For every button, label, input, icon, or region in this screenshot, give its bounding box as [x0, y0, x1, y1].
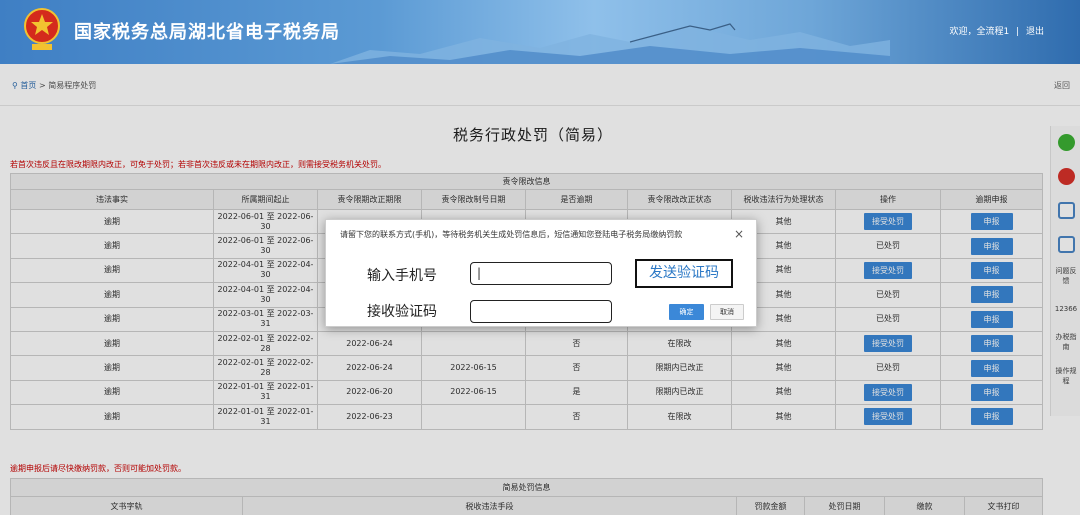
- tax-emblem-icon: [24, 8, 60, 50]
- site-title: 国家税务总局湖北省电子税务局: [74, 22, 340, 43]
- phone-input[interactable]: |: [470, 262, 612, 285]
- dialog-message: 请留下您的联系方式(手机)，等待税务机关生成处罚信息后，短信通知您登陆电子税务局…: [340, 230, 683, 239]
- code-label: 接收验证码: [367, 304, 437, 320]
- separator: |: [1016, 27, 1020, 37]
- site-header: 国家税务总局湖北省电子税务局 欢迎，全流程1 | 退出: [0, 0, 1080, 64]
- cancel-button[interactable]: 取消: [710, 304, 744, 320]
- phone-contact-dialog: 请留下您的联系方式(手机)，等待税务机关生成处罚信息后，短信通知您登陆电子税务局…: [325, 219, 757, 327]
- code-input[interactable]: [470, 300, 612, 323]
- user-area: 欢迎，全流程1 | 退出: [945, 24, 1044, 37]
- confirm-button[interactable]: 确定: [669, 304, 704, 320]
- welcome-text: 欢迎，全流程1: [949, 27, 1010, 37]
- phone-label: 输入手机号: [367, 268, 437, 284]
- mountain-banner: [330, 23, 890, 64]
- close-icon[interactable]: ×: [734, 227, 744, 241]
- send-code-button[interactable]: 发送验证码: [635, 259, 733, 288]
- logout-link[interactable]: 退出: [1026, 27, 1044, 37]
